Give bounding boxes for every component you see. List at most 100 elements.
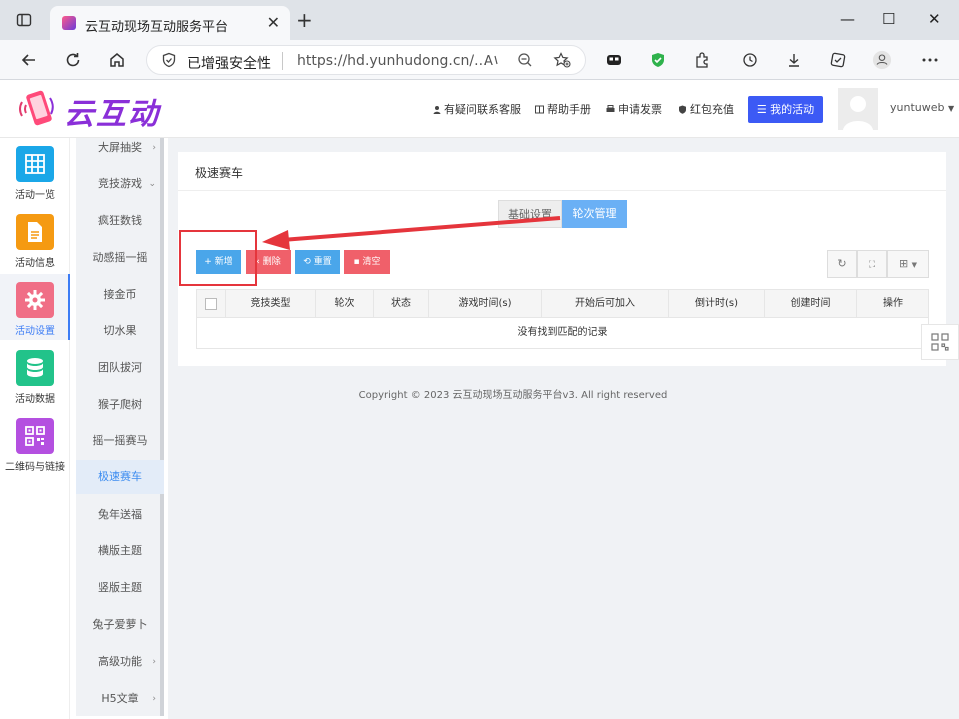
logo-text[interactable]: 云互动	[64, 89, 160, 133]
adblock-shield-icon[interactable]	[648, 50, 668, 70]
tab-close-icon[interactable]: ✕	[267, 13, 280, 32]
tab-basic-settings[interactable]: 基础设置	[498, 200, 562, 228]
home-icon[interactable]	[106, 49, 128, 71]
gear-icon	[16, 282, 54, 318]
redpacket-recharge-link[interactable]: 红包充值	[678, 101, 734, 117]
user-add-icon	[432, 104, 441, 114]
url-text[interactable]: https://hd.yunhudong.cn/...	[297, 53, 487, 69]
menu-item-tug-of-war[interactable]: 团队拔河	[76, 351, 164, 385]
chevron-right-icon: ›	[152, 143, 156, 153]
sidebar-toggle-icon[interactable]	[16, 12, 32, 28]
sidebar-item-activity-data[interactable]: 活动数据	[0, 342, 70, 408]
minimize-icon[interactable]: —	[840, 10, 855, 28]
column-header[interactable]: 轮次	[316, 290, 374, 318]
browser-tab[interactable]: 云互动现场互动服务平台 ✕	[50, 6, 290, 40]
menu-item-label: H5文章	[101, 692, 139, 705]
maximize-icon[interactable]: ☐	[882, 10, 895, 28]
window-close-icon[interactable]: ✕	[928, 10, 941, 28]
site-favicon-icon	[62, 16, 76, 30]
help-manual-link[interactable]: 帮助手册	[535, 101, 591, 117]
copyright-text: Copyright © 2023 云互动现场互动服务平台v3. All righ…	[358, 390, 668, 401]
performance-icon[interactable]	[828, 50, 848, 70]
clear-label: 清空	[362, 257, 381, 267]
menu-item-horse-race[interactable]: 摇一摇赛马	[76, 424, 164, 458]
svg-text:A: A	[484, 54, 493, 68]
annotation-highlight-box	[179, 230, 257, 286]
reset-button[interactable]: ⟲ 重置	[295, 250, 340, 274]
zoom-out-icon[interactable]	[517, 52, 533, 71]
select-all-checkbox[interactable]	[205, 298, 217, 310]
invoice-label: 申请发票	[618, 103, 662, 116]
columns-toggle-button[interactable]: ⊞ ▼	[887, 250, 929, 278]
refresh-icon: ↻	[837, 257, 847, 270]
menu-item-landscape-theme[interactable]: 横版主题	[76, 534, 164, 568]
profile-icon[interactable]	[872, 50, 892, 70]
back-icon[interactable]	[18, 49, 40, 71]
chevron-right-icon: ›	[152, 657, 156, 667]
menu-item-label: 兔子爱萝卜	[92, 618, 148, 631]
refresh-table-button[interactable]: ↻	[827, 250, 857, 278]
sidebar-item-activity-settings[interactable]: 活动设置	[0, 274, 70, 340]
download-icon[interactable]	[784, 50, 804, 70]
floating-qrcode-button[interactable]	[921, 324, 959, 360]
read-aloud-icon[interactable]: A	[483, 52, 499, 71]
sidebar-item-qrcode-links[interactable]: 二维码与链接	[0, 410, 70, 476]
menu-item-rabbit-carrot[interactable]: 兔子爱萝卜	[76, 608, 164, 642]
database-icon	[16, 350, 54, 386]
column-header[interactable]: 操作	[857, 290, 929, 318]
qrcode-icon	[16, 418, 54, 454]
redpacket-recharge-label: 红包充值	[690, 103, 734, 116]
printer-icon	[606, 104, 615, 113]
menu-item-label: 动感摇一摇	[92, 251, 148, 264]
favorite-add-icon[interactable]	[553, 52, 571, 71]
fullscreen-button[interactable]: ⛶	[857, 250, 887, 278]
footer: Copyright © 2023 云互动现场互动服务平台v3. All righ…	[168, 386, 858, 401]
more-menu-icon[interactable]	[920, 50, 940, 70]
caret-down-icon: ▼	[947, 104, 955, 113]
my-activity-button[interactable]: ☰ 我的活动	[748, 96, 823, 123]
menu-item-label: 大屏抽奖	[98, 141, 142, 154]
shield-lock-icon[interactable]	[161, 52, 177, 71]
sidebar-item-label: 活动信息	[15, 258, 55, 269]
tab-round-management[interactable]: 轮次管理	[562, 200, 627, 228]
browser-toolbar: 已增强安全性 https://hd.yunhudong.cn/... A	[0, 40, 959, 80]
sidebar-item-label: 活动数据	[15, 394, 55, 405]
fullscreen-icon: ⛶	[868, 260, 876, 270]
menu-item-shake[interactable]: 动感摇一摇	[76, 241, 164, 275]
menu-item-monkey-climb[interactable]: 猴子爬树	[76, 388, 164, 422]
column-header[interactable]: 创建时间	[765, 290, 857, 318]
menu-item-h5-article[interactable]: H5文章 ›	[76, 682, 164, 716]
main-sidebar: 活动一览 活动信息 活动设置 活动数据 二维码与链接	[0, 138, 70, 719]
column-header[interactable]: 竞技类型	[226, 290, 316, 318]
username-dropdown[interactable]: yuntuweb ▼	[890, 101, 954, 114]
sidebar-item-activity-info[interactable]: 活动信息	[0, 206, 70, 272]
column-header[interactable]: 状态	[374, 290, 429, 318]
columns-icon: ⊞	[898, 257, 909, 270]
collections-icon[interactable]	[604, 50, 624, 70]
refresh-icon[interactable]	[62, 49, 84, 71]
list-icon: ☰	[756, 103, 771, 116]
clear-button[interactable]: ▪ 清空	[344, 250, 390, 274]
extensions-icon[interactable]	[692, 50, 712, 70]
menu-item-competitive-games[interactable]: 竞技游戏 ⌄	[76, 167, 164, 201]
menu-item-cut-fruit[interactable]: 切水果	[76, 314, 164, 348]
column-header[interactable]: 倒计时(s)	[669, 290, 765, 318]
avatar[interactable]	[838, 88, 878, 130]
column-header[interactable]: 开始后可加入	[542, 290, 669, 318]
menu-item-speed-racing[interactable]: 极速赛车	[76, 460, 164, 494]
menu-item-catch-coins[interactable]: 接金币	[76, 278, 164, 312]
history-icon[interactable]	[740, 50, 760, 70]
sidebar-item-activity-list[interactable]: 活动一览	[0, 138, 70, 204]
logo-phone-icon[interactable]	[18, 88, 56, 130]
address-bar[interactable]: 已增强安全性 https://hd.yunhudong.cn/... A	[146, 45, 586, 75]
menu-item-crazy-money[interactable]: 疯狂数钱	[76, 204, 164, 238]
contact-support-link[interactable]: 有疑问联系客服	[432, 101, 521, 117]
menu-item-advanced[interactable]: 高级功能 ›	[76, 645, 164, 679]
invoice-link[interactable]: 申请发票	[606, 101, 662, 117]
column-header[interactable]: 游戏时间(s)	[429, 290, 542, 318]
menu-item-portrait-theme[interactable]: 竖版主题	[76, 571, 164, 605]
menu-item-big-screen-lottery[interactable]: 大屏抽奖 ›	[76, 131, 164, 165]
help-manual-label: 帮助手册	[547, 103, 591, 116]
menu-item-rabbit-blessing[interactable]: 兔年送福	[76, 498, 164, 532]
new-tab-icon[interactable]: +	[296, 10, 313, 30]
